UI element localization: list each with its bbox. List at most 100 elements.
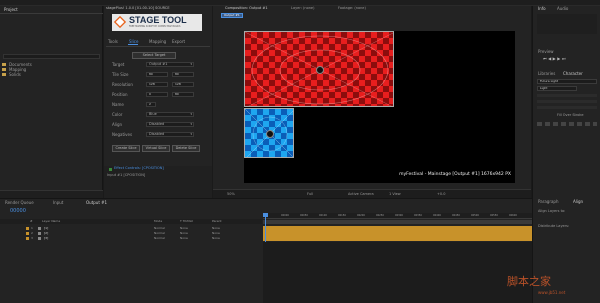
- timeline-timecode[interactable]: 00000: [10, 209, 26, 214]
- position-label: Position: [112, 92, 128, 97]
- logo-text: STAGE TOOL: [129, 15, 187, 25]
- project-search[interactable]: [3, 54, 100, 59]
- viewer-tab-footage[interactable]: Footage: (none): [338, 6, 366, 11]
- ruler-tick: 00000: [281, 213, 289, 217]
- logo-subtext: FREE MAPPING SCRIPT BY COMMU MAP BASICS: [129, 25, 181, 28]
- ruler-tick: 00450: [452, 213, 460, 217]
- red-slice-area[interactable]: [244, 31, 394, 107]
- virtual-slice-button[interactable]: Virtual Slice: [142, 145, 170, 152]
- tab-audio[interactable]: Audio: [557, 7, 568, 11]
- paragraph-tab[interactable]: Paragraph: [538, 200, 559, 204]
- layer-trkmat[interactable]: None: [180, 237, 188, 240]
- tab-slice-underline: [128, 44, 138, 45]
- tile-size-w[interactable]: 80: [146, 72, 168, 77]
- playhead-handle[interactable]: [263, 213, 268, 217]
- ruler-tick: 00100: [319, 213, 327, 217]
- resolution-w[interactable]: 128: [146, 82, 168, 87]
- timeline-empty-area: [263, 242, 532, 303]
- align-layers-to: Align Layers to:: [538, 209, 566, 213]
- text-style-buttons[interactable]: [537, 122, 597, 126]
- libraries-label[interactable]: Libraries: [538, 72, 555, 76]
- col-num: #: [30, 219, 33, 223]
- red-slice-center-handle[interactable]: [316, 66, 324, 74]
- layer-parent[interactable]: None: [212, 232, 220, 235]
- target-dropdown[interactable]: Output #1: [146, 62, 194, 67]
- layer-color-label: [26, 237, 29, 240]
- layer-num: 3: [31, 236, 33, 240]
- resolution-h[interactable]: 128: [172, 82, 194, 87]
- layer-mode[interactable]: Normal: [154, 227, 165, 230]
- color-label: Color: [112, 112, 123, 117]
- create-slice-button[interactable]: Create Slice: [112, 145, 140, 152]
- col-trkmat: T TrkMat: [180, 219, 193, 223]
- distribute-layers: Distribute Layers:: [538, 224, 570, 228]
- effect-controls-label[interactable]: Effect Controls: [CPOSITION]: [114, 166, 164, 171]
- ruler-tick: 00350: [414, 213, 422, 217]
- tab-render-queue[interactable]: Render Queue: [5, 201, 34, 205]
- blue-slice-area[interactable]: [244, 108, 294, 158]
- fill-over-stroke[interactable]: Fill Over Stroke: [557, 113, 583, 118]
- layer-trkmat[interactable]: None: [180, 227, 188, 230]
- tab-input[interactable]: Input: [53, 201, 63, 205]
- folder-name: Documents: [9, 61, 32, 67]
- layer-mode[interactable]: Normal: [154, 237, 165, 240]
- character-label[interactable]: Character: [563, 72, 583, 76]
- preview-controls[interactable]: ⏮◀▶▶⏭: [543, 56, 589, 61]
- preview-label[interactable]: Preview: [538, 50, 554, 54]
- col-mode: Mode: [154, 219, 163, 223]
- col-layer-name: Layer Name: [42, 219, 61, 223]
- time-ruler[interactable]: 00000 00050 00100 00150 00200 00250 0030…: [263, 213, 532, 219]
- list-item[interactable]: Solids: [0, 72, 103, 77]
- layer-name[interactable]: [3]: [44, 237, 48, 240]
- view-dropdown[interactable]: 1 View: [389, 192, 401, 197]
- ruler-tick: 00550: [490, 213, 498, 217]
- select-target-button[interactable]: Select Target: [132, 52, 176, 59]
- right-panel: Info Audio Preview ⏮◀▶▶⏭ Libraries Chara…: [532, 6, 600, 205]
- watermark-main: 脚本之家: [507, 275, 551, 288]
- layer-bar-3[interactable]: [263, 236, 532, 241]
- position-y[interactable]: 80: [172, 92, 194, 97]
- delete-slice-button[interactable]: Delete Slice: [172, 145, 200, 152]
- tab-info[interactable]: Info: [538, 7, 546, 11]
- color-dropdown[interactable]: Blue: [146, 112, 194, 117]
- active-output-tab[interactable]: Output #1: [221, 13, 243, 18]
- table-row[interactable]: 3 [3] Normal None None: [0, 236, 262, 241]
- tab-tools[interactable]: Tools: [108, 40, 118, 44]
- tile-size-h[interactable]: 80: [172, 72, 194, 77]
- layer-mode[interactable]: Normal: [154, 232, 165, 235]
- viewer-tab-layer[interactable]: Layer: (none): [291, 6, 314, 11]
- tab-mapping[interactable]: Mapping: [149, 40, 166, 44]
- font-style-field[interactable]: Light: [537, 86, 577, 91]
- layer-bar-2[interactable]: [263, 231, 532, 236]
- folder-name: Solids: [9, 71, 21, 77]
- blue-slice-center-handle[interactable]: [266, 130, 274, 138]
- layer-trkmat[interactable]: None: [180, 232, 188, 235]
- composition-canvas[interactable]: myFestival - Mainstage [Output #1] 1676x…: [244, 31, 515, 183]
- tab-output-1[interactable]: Output #1: [86, 201, 107, 205]
- position-x[interactable]: 0: [146, 92, 168, 97]
- layer-num: 1: [31, 226, 33, 230]
- tab-export[interactable]: Export: [172, 40, 185, 44]
- negatives-dropdown[interactable]: Disabled: [146, 132, 194, 137]
- layer-name[interactable]: [1]: [44, 227, 48, 230]
- timeline-panel: Render Queue Input Output #1 00000 # Lay…: [0, 198, 532, 303]
- name-field[interactable]: 2: [146, 102, 156, 107]
- layer-parent[interactable]: None: [212, 237, 220, 240]
- layer-thumb-icon: [38, 227, 41, 230]
- tile-size-label: Tile Size: [112, 72, 129, 77]
- camera-dropdown[interactable]: Active Camera: [348, 192, 374, 197]
- viewer-tab-composition[interactable]: Composition: Output #1: [225, 6, 268, 11]
- layer-bar-1[interactable]: [263, 226, 532, 231]
- stage-tool-panel: stagePlus! 1.0.0 [01-00-10] SOURCE STAGE…: [104, 6, 212, 166]
- font-field[interactable]: Futura Light: [537, 79, 597, 84]
- zoom-level[interactable]: 50%: [227, 192, 235, 197]
- layer-name[interactable]: [2]: [44, 232, 48, 235]
- viewer-timecode: +0.0: [437, 191, 446, 196]
- align-tab[interactable]: Align: [573, 200, 583, 204]
- layer-parent[interactable]: None: [212, 227, 220, 230]
- ruler-tick: 00200: [357, 213, 365, 217]
- negatives-label: Negatives: [112, 132, 133, 137]
- work-area-bar[interactable]: [263, 220, 532, 224]
- resolution-dropdown[interactable]: Full: [307, 192, 313, 197]
- align-dropdown[interactable]: Disabled: [146, 122, 194, 127]
